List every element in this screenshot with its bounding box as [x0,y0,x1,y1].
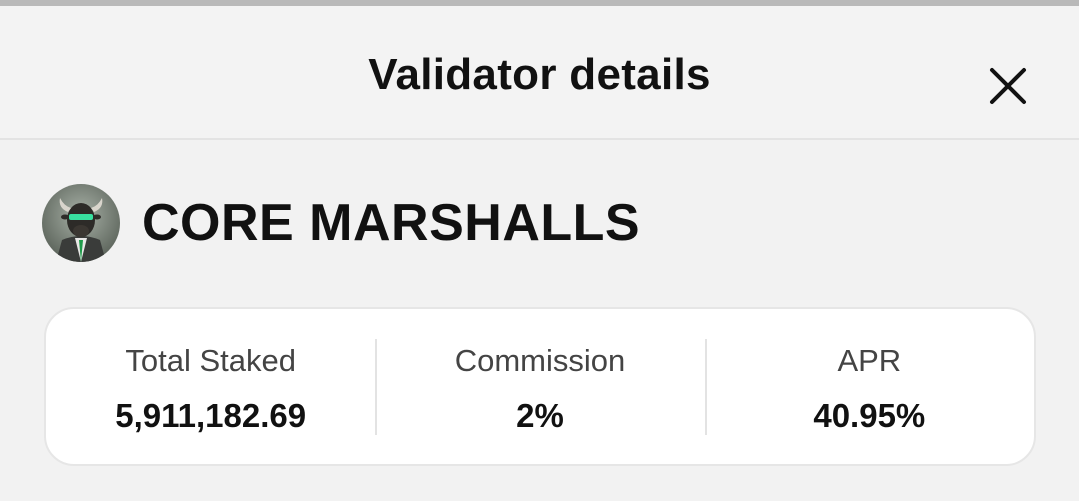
stat-value: 40.95% [813,397,926,434]
stat-label: Commission [454,343,626,378]
bull-avatar-icon [42,184,120,262]
stat-label: Total Staked [125,343,296,378]
stats-card: Total Staked 5,911,182.69 Commission 2% … [44,307,1036,466]
validator-name: CORE MARSHALLS [142,194,641,252]
stat-apr: APR 40.95% [704,309,1034,464]
stat-label: APR [837,343,902,378]
stat-total-staked: Total Staked 5,911,182.69 [46,309,375,464]
validator-info: CORE MARSHALLS [42,184,640,262]
stat-commission: Commission 2% [375,309,704,464]
close-icon [990,68,1026,104]
page-title: Validator details [368,50,711,99]
stat-value: 5,911,182.69 [115,397,307,434]
close-button[interactable] [982,60,1034,112]
validator-avatar [42,184,120,262]
modal-header: Validator details [0,6,1079,140]
stat-value: 2% [516,397,564,434]
